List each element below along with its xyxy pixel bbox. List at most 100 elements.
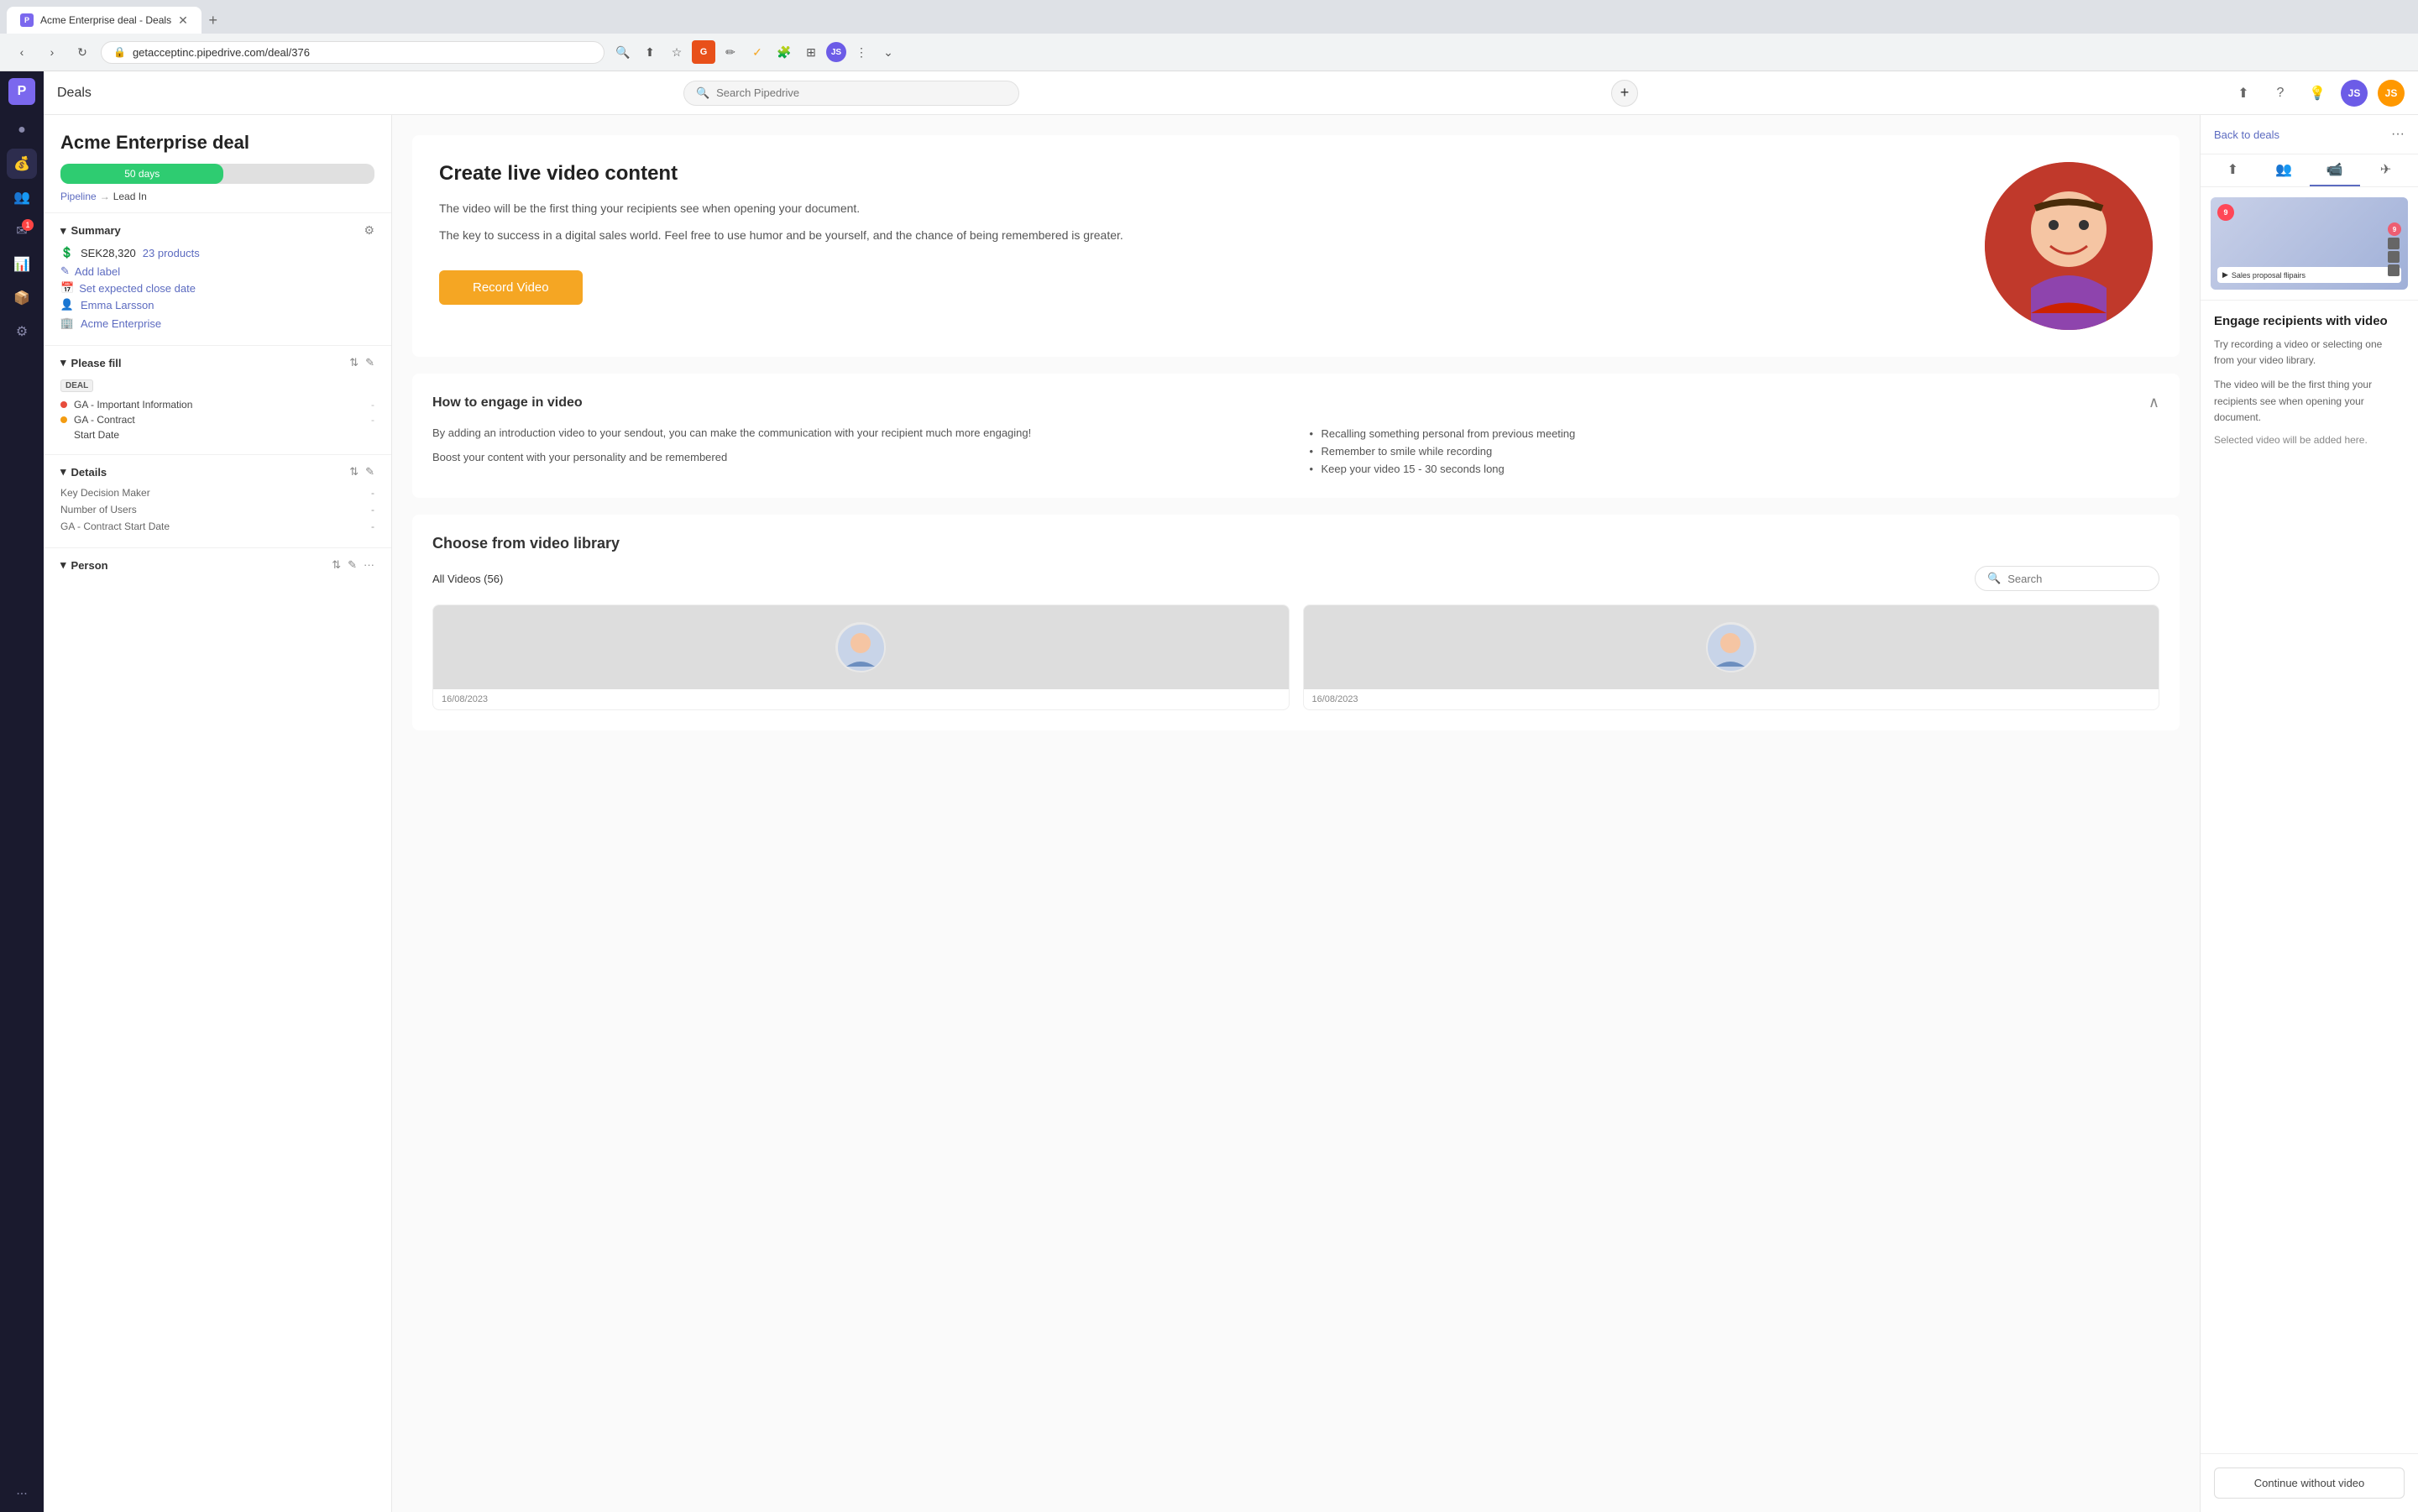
- person-link[interactable]: Emma Larsson: [81, 299, 154, 311]
- pipeline-link[interactable]: Pipeline: [60, 191, 97, 202]
- top-bar: Deals 🔍 + ⬆ ? 💡 JS JS: [44, 71, 2418, 115]
- tab-send[interactable]: ✈: [2360, 154, 2411, 186]
- continue-without-video-button[interactable]: Continue without video: [2214, 1468, 2405, 1499]
- field-name-2: GA - Contract: [74, 414, 135, 426]
- sidebar-item-settings[interactable]: ⚙: [7, 317, 37, 347]
- collapse-icon[interactable]: ∧: [2148, 394, 2159, 411]
- sidebar-item-products[interactable]: 📦: [7, 283, 37, 313]
- video-text-content: Create live video content The video will…: [439, 162, 1958, 305]
- add-button[interactable]: +: [1611, 80, 1638, 107]
- tab-people[interactable]: 👥: [2258, 154, 2310, 186]
- notification-badge: 1: [22, 219, 34, 231]
- engage-text-2: Boost your content with your personality…: [432, 449, 1283, 467]
- app-logo[interactable]: P: [8, 78, 35, 105]
- tab-bar: P Acme Enterprise deal - Deals ✕ +: [0, 0, 2418, 34]
- sidebar-item-messages[interactable]: ✉ 1: [7, 216, 37, 246]
- sidebar-more-button[interactable]: ...: [9, 1477, 34, 1505]
- field-row-1: GA - Important Information -: [60, 399, 374, 411]
- company-link[interactable]: Acme Enterprise: [81, 317, 161, 330]
- details-arrange-icon[interactable]: ⇅: [349, 465, 359, 479]
- edit-fields-icon[interactable]: ✎: [365, 356, 374, 369]
- share-icon[interactable]: ⬆: [2230, 80, 2257, 107]
- add-label-text: Add label: [75, 265, 120, 278]
- puzzle-btn[interactable]: 🧩: [772, 40, 796, 64]
- field-value-2: -: [371, 414, 374, 426]
- share-btn[interactable]: ⬆: [638, 40, 662, 64]
- help-icon[interactable]: ?: [2267, 80, 2294, 107]
- new-tab-button[interactable]: +: [202, 8, 225, 32]
- right-engage-desc2: The video will be the first thing your r…: [2214, 377, 2405, 426]
- search-input[interactable]: [716, 86, 1007, 99]
- back-button[interactable]: ‹: [10, 40, 34, 64]
- address-text: getacceptinc.pipedrive.com/deal/376: [133, 46, 310, 59]
- edit-btn[interactable]: ✏: [719, 40, 742, 64]
- tab-close-button[interactable]: ✕: [178, 13, 188, 28]
- please-fill-section: ▾ Please fill ⇅ ✎ DEAL GA - Important In…: [44, 345, 391, 454]
- app-layout: P ● 💰 👥 ✉ 1 📊 📦 ⚙ ... Deals 🔍 + ⬆ ? 💡 JS: [0, 71, 2418, 1512]
- person-edit-icon[interactable]: ✎: [348, 558, 357, 572]
- layout-btn[interactable]: ⊞: [799, 40, 823, 64]
- menu-btn[interactable]: ⋮: [850, 40, 873, 64]
- video-card-1[interactable]: 16/08/2023: [432, 604, 1290, 710]
- address-bar[interactable]: 🔒 getacceptinc.pipedrive.com/deal/376: [101, 41, 604, 64]
- summary-title[interactable]: ▾ Summary: [60, 224, 121, 238]
- sidebar-item-deals[interactable]: 💰: [7, 149, 37, 179]
- bookmark-btn[interactable]: ☆: [665, 40, 688, 64]
- detail-label-3: GA - Contract Start Date: [60, 521, 170, 532]
- active-tab[interactable]: P Acme Enterprise deal - Deals ✕: [7, 7, 202, 34]
- deal-badge: DEAL: [60, 379, 93, 392]
- person-more-icon[interactable]: ···: [364, 558, 374, 572]
- extension-btn1[interactable]: G: [692, 40, 715, 64]
- search-btn[interactable]: 🔍: [611, 40, 635, 64]
- summary-header: ▾ Summary ⚙: [60, 223, 374, 238]
- summary-amount-row: 💲 SEK28,320 23 products: [60, 246, 374, 259]
- chevron-down-icon-4: ▾: [60, 558, 66, 572]
- user-initials-avatar[interactable]: JS: [2341, 80, 2368, 107]
- forward-button[interactable]: ›: [40, 40, 64, 64]
- engage-right: Recalling something personal from previo…: [1310, 425, 2160, 478]
- shield-btn[interactable]: ✓: [746, 40, 769, 64]
- engage-header: How to engage in video ∧: [432, 394, 2159, 411]
- sidebar-item-reports[interactable]: 📊: [7, 249, 37, 280]
- details-edit-icon[interactable]: ✎: [365, 465, 374, 479]
- video-card-2[interactable]: 16/08/2023: [1303, 604, 2160, 710]
- please-fill-title[interactable]: ▾ Please fill: [60, 356, 122, 369]
- sidebar-item-contacts[interactable]: 👥: [7, 182, 37, 212]
- engage-section: How to engage in video ∧ By adding an in…: [412, 374, 2180, 498]
- bulb-icon[interactable]: 💡: [2304, 80, 2331, 107]
- tip-3: Keep your video 15 - 30 seconds long: [1310, 460, 2160, 478]
- required-dot-yellow: [60, 416, 67, 423]
- add-label-link[interactable]: ✎ Add label: [60, 264, 374, 278]
- search-icon-library: 🔍: [1987, 572, 2001, 585]
- search-bar[interactable]: 🔍: [683, 81, 1019, 106]
- details-title[interactable]: ▾ Details: [60, 465, 107, 479]
- tab-video[interactable]: 📹: [2310, 154, 2361, 186]
- tab-upload[interactable]: ⬆: [2207, 154, 2258, 186]
- video-section-title: Create live video content: [439, 162, 1958, 186]
- right-panel-header: Back to deals ···: [2201, 115, 2418, 154]
- browser-user-avatar[interactable]: JS: [826, 42, 846, 62]
- gear-icon[interactable]: ⚙: [364, 223, 374, 238]
- library-filter[interactable]: All Videos (56): [432, 573, 503, 585]
- user-avatar-orange[interactable]: JS: [2378, 80, 2405, 107]
- refresh-button[interactable]: ↻: [71, 40, 94, 64]
- detail-label-2: Number of Users: [60, 504, 137, 515]
- chevron-down-icon: ▾: [60, 224, 66, 238]
- library-search[interactable]: 🔍: [1975, 566, 2159, 591]
- left-panel: Acme Enterprise deal 50 days Pipeline → …: [44, 115, 392, 1512]
- person-arrange-icon[interactable]: ⇅: [332, 558, 341, 572]
- person-section-title[interactable]: ▾ Person: [60, 558, 108, 572]
- center-panel: Create live video content The video will…: [392, 115, 2200, 1512]
- library-section: Choose from video library All Videos (56…: [412, 515, 2180, 730]
- record-video-button[interactable]: Record Video: [439, 270, 583, 305]
- close-date-link[interactable]: 📅 Set expected close date: [60, 281, 374, 295]
- browser-nav: ‹ › ↻ 🔒 getacceptinc.pipedrive.com/deal/…: [0, 34, 2418, 71]
- arrange-icon[interactable]: ⇅: [349, 356, 359, 369]
- library-search-input[interactable]: [2007, 573, 2147, 585]
- back-to-deals-link[interactable]: Back to deals: [2214, 128, 2279, 141]
- sidebar-item-home[interactable]: ●: [7, 115, 37, 145]
- right-panel-menu[interactable]: ···: [2391, 127, 2405, 142]
- products-link[interactable]: 23 products: [143, 247, 200, 259]
- app-sidebar: P ● 💰 👥 ✉ 1 📊 📦 ⚙ ...: [0, 71, 44, 1512]
- expand-btn[interactable]: ⌄: [877, 40, 900, 64]
